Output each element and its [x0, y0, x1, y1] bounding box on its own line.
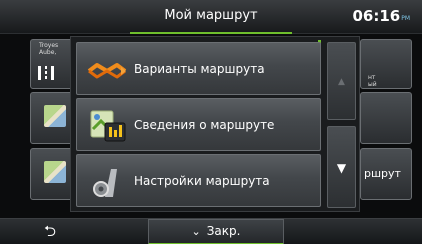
background-tile-right-2	[360, 92, 412, 144]
menu-item-label: Сведения о маршруте	[134, 118, 275, 132]
background-tile-text-line1: Troyes	[39, 42, 59, 49]
menu-item-label: Настройки маршрута	[134, 174, 270, 188]
map-icon	[44, 161, 66, 183]
menu-item-label: Варианты маршрута	[134, 62, 265, 76]
top-bar: Мой маршрут 06:16PM	[0, 0, 422, 34]
background-tile-right-text-line2: ый	[368, 81, 377, 88]
menu-item-route-settings[interactable]: Настройки маршрута	[76, 154, 321, 207]
chevron-down-icon: ⌄	[191, 225, 201, 238]
chevron-up-icon: ▲	[338, 77, 345, 87]
map-icon	[44, 105, 66, 127]
bottom-bar: ⮌ ⌄ Закр.	[0, 218, 422, 244]
menu-item-route-info[interactable]: Сведения о маршруте	[76, 98, 321, 151]
route-options-icon	[87, 63, 127, 79]
clock: 06:16PM	[352, 0, 410, 34]
road-icon	[38, 66, 54, 80]
menu-item-route-options[interactable]: Варианты маршрута	[76, 42, 321, 95]
close-button[interactable]: ⌄ Закр.	[148, 219, 284, 244]
background-tile-text-line2: Aube,	[39, 49, 57, 56]
chevron-down-icon: ▼	[336, 161, 347, 175]
background-tile-right-text-line1: нт	[368, 74, 376, 81]
background-tile-right-text: нт ый	[368, 74, 377, 88]
clock-ampm: PM	[401, 15, 410, 22]
back-arrow-icon: ⮌	[43, 222, 56, 240]
scroll-up-button[interactable]: ▲	[327, 42, 356, 120]
route-info-icon	[90, 110, 126, 142]
menu-scroll: ▲ ▼	[327, 42, 356, 208]
route-menu-popup: Варианты маршрута Сведения о маршруте На…	[70, 36, 360, 212]
route-settings-icon	[93, 169, 117, 197]
clock-time: 06:16	[352, 7, 401, 25]
background-tile-right-label: ршрут	[364, 167, 401, 180]
background-tile-text: Troyes Aube,	[39, 42, 58, 56]
page-title: Мой маршрут	[130, 0, 292, 34]
close-button-label: Закр.	[206, 224, 241, 238]
scroll-down-button[interactable]: ▼	[327, 126, 356, 208]
back-button[interactable]: ⮌	[0, 219, 100, 244]
